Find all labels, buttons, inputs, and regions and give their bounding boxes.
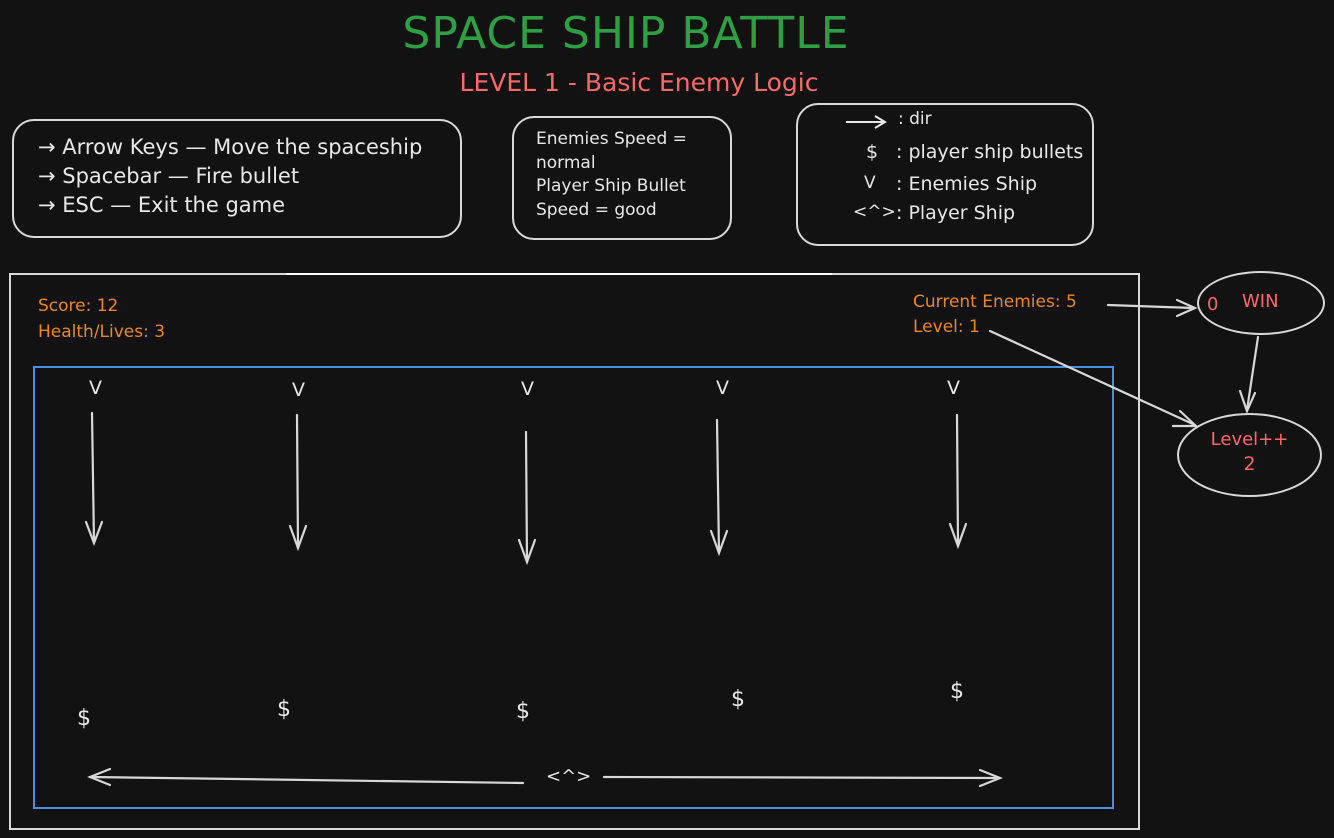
arrows-layer	[84, 298, 1260, 788]
player-right-arrow	[602, 768, 1003, 788]
enemy-direction-arrow	[84, 411, 104, 547]
enemies-to-win-arrow	[1106, 298, 1198, 318]
enemy-direction-arrow	[517, 430, 537, 566]
enemy-direction-arrow	[709, 418, 729, 557]
enemy-direction-arrow	[288, 413, 308, 552]
enemy-direction-arrow	[948, 413, 968, 550]
win-to-levelup-arrow	[1238, 335, 1260, 414]
level-to-levelup-arrow	[988, 329, 1199, 428]
player-left-arrow	[87, 767, 525, 787]
